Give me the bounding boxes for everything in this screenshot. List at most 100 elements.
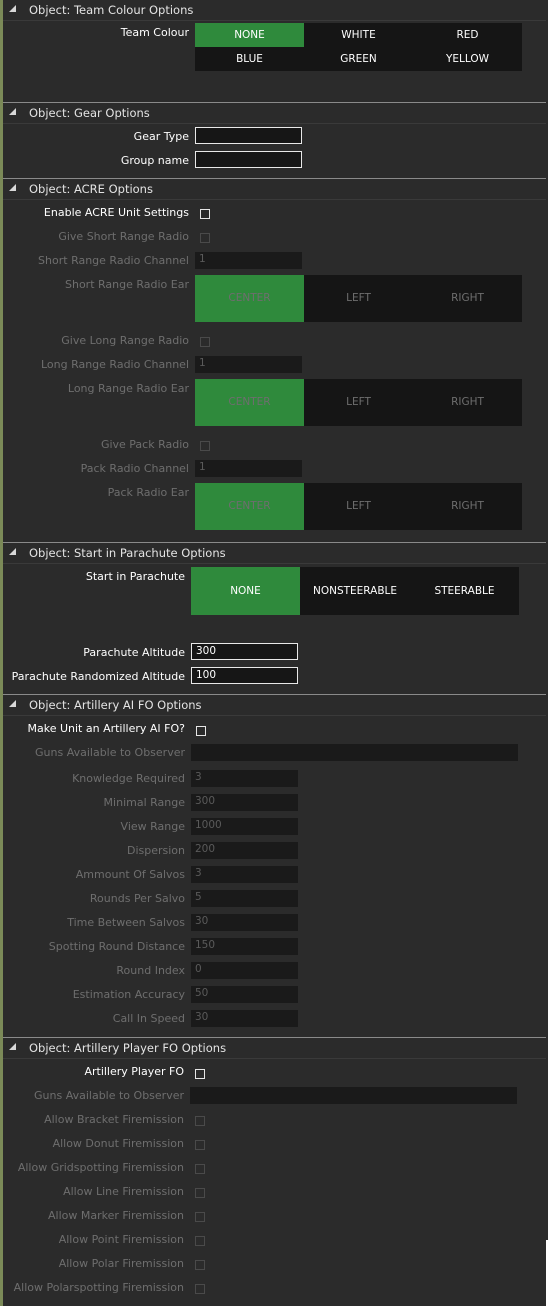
- long-ear-option-center[interactable]: CENTER: [195, 379, 304, 426]
- pack-radio-label: Give Pack Radio: [100, 438, 189, 451]
- parachute-altitude-input[interactable]: 300: [191, 643, 298, 660]
- team-colour-option-blue[interactable]: BLUE: [195, 47, 304, 71]
- collapse-icon[interactable]: [9, 700, 16, 707]
- long-ear-selector: CENTER LEFT RIGHT: [195, 379, 522, 426]
- section-title: Object: ACRE Options: [29, 182, 153, 196]
- artillery-ai-field-input[interactable]: 30: [191, 1010, 298, 1027]
- artillery-ai-field-label: Knowledge Required: [72, 772, 185, 785]
- guns-player-input[interactable]: [190, 1087, 517, 1104]
- firemission-check-label: Allow Point Firemission: [58, 1233, 184, 1246]
- artillery-ai-section: Object: Artillery AI FO Options Make Uni…: [3, 695, 546, 1038]
- team-colour-option-none[interactable]: NONE: [195, 23, 304, 47]
- artillery-ai-field-label: Round Index: [116, 964, 185, 977]
- guns-ai-input[interactable]: [191, 744, 518, 761]
- short-channel-input[interactable]: 1: [195, 252, 302, 269]
- firemission-checkbox[interactable]: [195, 1164, 205, 1174]
- collapse-icon[interactable]: [9, 184, 16, 191]
- long-ear-option-right[interactable]: RIGHT: [413, 379, 522, 426]
- short-channel-label: Short Range Radio Channel: [38, 254, 189, 267]
- parachute-option-nonsteerable[interactable]: NONSTEERABLE: [300, 567, 410, 615]
- group-name-input[interactable]: [195, 151, 302, 168]
- pack-ear-option-center[interactable]: CENTER: [195, 483, 304, 530]
- artillery-ai-field-input[interactable]: 30: [191, 914, 298, 931]
- group-name-label: Group name: [120, 154, 189, 167]
- short-ear-selector: CENTER LEFT RIGHT: [195, 275, 522, 322]
- artillery-ai-field-input[interactable]: 0: [191, 962, 298, 979]
- artillery-ai-field-label: Time Between Salvos: [67, 916, 185, 929]
- artillery-ai-field-input[interactable]: 50: [191, 986, 298, 1003]
- firemission-checkbox[interactable]: [195, 1212, 205, 1222]
- firemission-checkbox[interactable]: [195, 1188, 205, 1198]
- firemission-check-label: Allow Gridspotting Firemission: [17, 1161, 184, 1174]
- pack-ear-label: Pack Radio Ear: [107, 486, 189, 499]
- parachute-option-none[interactable]: NONE: [191, 567, 300, 615]
- gear-header[interactable]: Object: Gear Options: [3, 103, 546, 124]
- guns-player-label: Guns Available to Observer: [34, 1089, 184, 1102]
- team-colour-option-green[interactable]: GREEN: [304, 47, 413, 71]
- short-ear-option-right[interactable]: RIGHT: [413, 275, 522, 322]
- firemission-checkbox[interactable]: [195, 1140, 205, 1150]
- artillery-ai-field-label: Dispersion: [126, 844, 185, 857]
- artillery-ai-field-label: View Range: [120, 820, 185, 833]
- team-colour-selector: NONE WHITE RED BLUE GREEN YELLOW: [195, 23, 522, 71]
- short-ear-option-left[interactable]: LEFT: [304, 275, 413, 322]
- player-fo-checkbox[interactable]: [195, 1069, 205, 1079]
- firemission-checkbox[interactable]: [195, 1236, 205, 1246]
- artillery-ai-field-input[interactable]: 300: [191, 794, 298, 811]
- long-channel-label: Long Range Radio Channel: [40, 358, 189, 371]
- firemission-check-label: Allow Bracket Firemission: [44, 1113, 184, 1126]
- long-ear-option-left[interactable]: LEFT: [304, 379, 413, 426]
- parachute-altitude-label: Parachute Altitude: [83, 646, 185, 659]
- long-radio-checkbox[interactable]: [200, 337, 210, 347]
- make-ai-fo-checkbox[interactable]: [196, 726, 206, 736]
- firemission-checkbox[interactable]: [195, 1116, 205, 1126]
- long-ear-label: Long Range Radio Ear: [67, 382, 189, 395]
- collapse-icon[interactable]: [9, 108, 16, 115]
- short-ear-option-center[interactable]: CENTER: [195, 275, 304, 322]
- short-radio-checkbox[interactable]: [200, 233, 210, 243]
- start-parachute-label: Start in Parachute: [85, 570, 185, 583]
- collapse-icon[interactable]: [9, 1043, 16, 1050]
- long-channel-input[interactable]: 1: [195, 356, 302, 373]
- firemission-check-label: Allow Polarspotting Firemission: [13, 1281, 184, 1294]
- collapse-icon[interactable]: [9, 548, 16, 555]
- artillery-ai-header[interactable]: Object: Artillery AI FO Options: [3, 695, 546, 716]
- artillery-ai-field-label: Minimal Range: [103, 796, 185, 809]
- artillery-ai-field-input[interactable]: 1000: [191, 818, 298, 835]
- parachute-section: Object: Start in Parachute Options Start…: [3, 543, 546, 695]
- team-colour-label: Team Colour: [120, 26, 189, 39]
- artillery-ai-field-input[interactable]: 3: [191, 866, 298, 883]
- acre-header[interactable]: Object: ACRE Options: [3, 179, 546, 200]
- team-colour-header[interactable]: Object: Team Colour Options: [3, 0, 546, 21]
- firemission-check-label: Allow Marker Firemission: [47, 1209, 184, 1222]
- parachute-random-input[interactable]: 100: [191, 667, 298, 684]
- team-colour-option-red[interactable]: RED: [413, 23, 522, 47]
- make-ai-fo-label: Make Unit an Artillery AI FO?: [27, 722, 186, 735]
- section-title: Object: Gear Options: [29, 106, 150, 120]
- firemission-checkbox[interactable]: [195, 1260, 205, 1270]
- firemission-checkbox[interactable]: [195, 1284, 205, 1294]
- firemission-check-label: Allow Donut Firemission: [52, 1137, 184, 1150]
- pack-channel-input[interactable]: 1: [195, 460, 302, 477]
- artillery-player-header[interactable]: Object: Artillery Player FO Options: [3, 1038, 546, 1059]
- artillery-ai-field-input[interactable]: 200: [191, 842, 298, 859]
- gear-type-label: Gear Type: [133, 130, 189, 143]
- artillery-ai-field-label: Spotting Round Distance: [48, 940, 185, 953]
- artillery-ai-field-input[interactable]: 150: [191, 938, 298, 955]
- pack-ear-option-right[interactable]: RIGHT: [413, 483, 522, 530]
- collapse-icon[interactable]: [9, 5, 16, 12]
- team-colour-option-yellow[interactable]: YELLOW: [413, 47, 522, 71]
- parachute-header[interactable]: Object: Start in Parachute Options: [3, 543, 546, 564]
- enable-acre-checkbox[interactable]: [200, 209, 210, 219]
- acre-section: Object: ACRE Options Enable ACRE Unit Se…: [3, 179, 546, 543]
- team-colour-option-white[interactable]: WHITE: [304, 23, 413, 47]
- parachute-option-steerable[interactable]: STEERABLE: [410, 567, 519, 615]
- pack-channel-label: Pack Radio Channel: [80, 462, 189, 475]
- artillery-ai-field-input[interactable]: 5: [191, 890, 298, 907]
- artillery-ai-field-input[interactable]: 3: [191, 770, 298, 787]
- pack-radio-checkbox[interactable]: [200, 441, 210, 451]
- artillery-ai-field-label: Rounds Per Salvo: [89, 892, 185, 905]
- artillery-ai-field-label: Call In Speed: [112, 1012, 185, 1025]
- pack-ear-option-left[interactable]: LEFT: [304, 483, 413, 530]
- gear-type-input[interactable]: [195, 127, 302, 144]
